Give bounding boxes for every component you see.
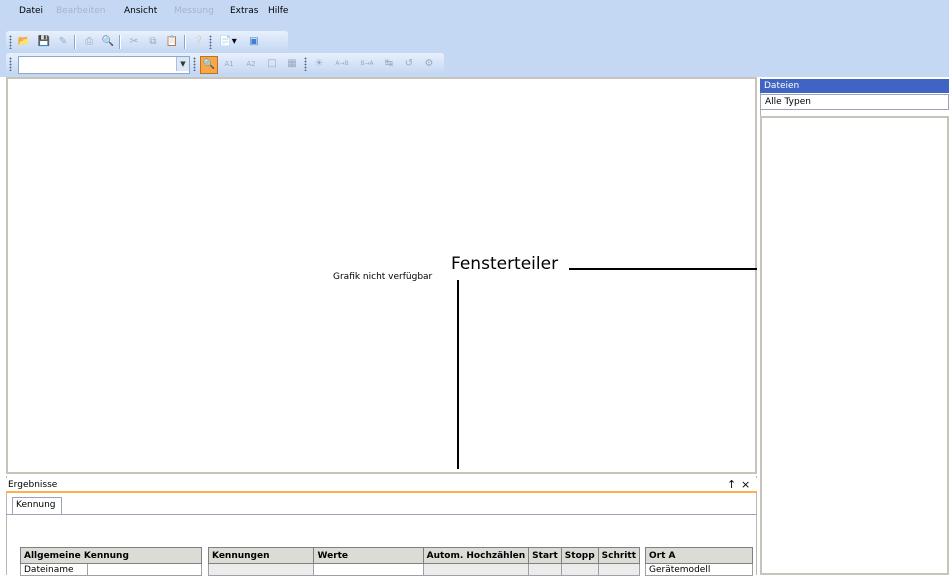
callout-line-vertical xyxy=(457,280,459,469)
open-folder-icon[interactable]: 📂 xyxy=(16,34,32,50)
filename-value[interactable] xyxy=(87,563,202,576)
help-icon[interactable]: ❔ xyxy=(190,34,206,50)
edit-icon[interactable]: ✎ xyxy=(55,34,71,50)
table-row: Dateiname xyxy=(20,563,202,576)
filename-label: Dateiname xyxy=(20,563,88,576)
tab-kennung[interactable]: Kennung xyxy=(12,497,62,514)
menu-bearbeiten[interactable]: Bearbeiten xyxy=(56,6,105,16)
col-stopp: Stopp xyxy=(560,547,599,564)
callout-line-horizontal xyxy=(569,268,757,270)
location-header: Ort A xyxy=(645,547,753,564)
zoom-icon[interactable]: 🔍 xyxy=(200,56,218,74)
location-table: Ort A Gerätemodell xyxy=(645,547,753,576)
col-kennungen: Kennungen xyxy=(207,547,315,564)
toolbar-grip[interactable] xyxy=(193,57,196,71)
table-row xyxy=(207,563,641,576)
measurement-toolbar: ▼ 🔍 A1 A2 □ ▦ ☀ A→B B→A ↹ ↺ ⚙ xyxy=(6,53,444,75)
menu-extras[interactable]: Extras xyxy=(230,6,258,16)
table-cell[interactable] xyxy=(597,563,641,576)
file-list[interactable] xyxy=(760,116,949,575)
menu-bar: Datei Bearbeiten Ansicht Messung Extras … xyxy=(0,0,949,20)
menu-hilfe[interactable]: Hilfe xyxy=(268,6,288,16)
ids-table: Kennungen Werte Autom. Hochzählen Start … xyxy=(207,547,641,576)
callout-label: Fensterteiler xyxy=(451,254,559,274)
menu-messung[interactable]: Messung xyxy=(174,6,214,16)
standard-toolbar: 📂 💾 ✎ ⎙ 🔍 ✂ ⧉ 📋 ❔ 📄▾ ▣ xyxy=(6,31,288,53)
device-model-label: Gerätemodell xyxy=(645,563,753,576)
table-cell[interactable] xyxy=(313,563,424,576)
toolbar-separator xyxy=(184,35,186,49)
bracket-left-icon[interactable]: ↹ xyxy=(381,56,397,72)
toolbar-separator xyxy=(119,35,121,49)
camera-icon[interactable]: ▣ xyxy=(246,34,262,50)
col-autom-hochzaehlen: Autom. Hochzählen xyxy=(422,547,530,564)
menu-ansicht[interactable]: Ansicht xyxy=(124,6,157,16)
copy-icon[interactable]: ⧉ xyxy=(145,34,161,50)
close-icon[interactable]: × xyxy=(741,479,750,491)
toolbar-grip[interactable] xyxy=(9,57,12,71)
save-icon[interactable]: 💾 xyxy=(36,34,52,50)
toolbar-grip[interactable] xyxy=(209,35,212,49)
light-icon[interactable]: ☀ xyxy=(311,56,327,72)
print-preview-icon[interactable]: 🔍 xyxy=(100,34,116,50)
page-icon[interactable]: □ xyxy=(264,56,280,72)
toolbar-separator xyxy=(74,35,76,49)
print-icon[interactable]: ⎙ xyxy=(81,34,97,50)
report-icon[interactable]: 📄▾ xyxy=(216,34,240,50)
toolbar-grip[interactable] xyxy=(9,35,12,49)
file-type-filter[interactable]: Alle Typen xyxy=(760,94,949,110)
paste-icon[interactable]: 📋 xyxy=(164,34,180,50)
marker-a1-icon[interactable]: A1 xyxy=(220,56,238,72)
marker-a2-icon[interactable]: A2 xyxy=(242,56,260,72)
table-cell[interactable] xyxy=(560,563,599,576)
results-header: Ergebnisse xyxy=(6,478,757,493)
col-werte: Werte xyxy=(313,547,424,564)
graph-unavailable-message: Grafik nicht verfügbar xyxy=(333,272,433,282)
table-cell[interactable] xyxy=(207,563,315,576)
general-id-header: Allgemeine Kennung xyxy=(20,547,202,564)
pin-icon[interactable]: ↑ xyxy=(727,479,736,491)
chevron-down-icon[interactable]: ▼ xyxy=(176,57,189,71)
settings-icon[interactable]: ⚙ xyxy=(421,56,437,72)
tab-divider xyxy=(6,514,757,515)
table-row: Gerätemodell xyxy=(645,563,753,576)
col-schritt: Schritt xyxy=(597,547,641,564)
delta-ba-icon[interactable]: B→A xyxy=(356,56,378,72)
table-cell[interactable] xyxy=(528,563,562,576)
col-start: Start xyxy=(528,547,562,564)
cut-icon[interactable]: ✂ xyxy=(126,34,142,50)
table-cell[interactable] xyxy=(422,563,530,576)
export-icon[interactable]: ▦ xyxy=(284,56,300,72)
bracket-right-icon[interactable]: ↺ xyxy=(401,56,417,72)
general-id-table: Allgemeine Kennung Dateiname xyxy=(20,547,202,576)
delta-ab-icon[interactable]: A→B xyxy=(331,56,353,72)
trace-selector[interactable]: ▼ xyxy=(18,56,190,74)
toolbar-grip[interactable] xyxy=(304,57,307,71)
menu-datei[interactable]: Datei xyxy=(19,6,43,16)
files-header: Dateien xyxy=(760,79,949,93)
